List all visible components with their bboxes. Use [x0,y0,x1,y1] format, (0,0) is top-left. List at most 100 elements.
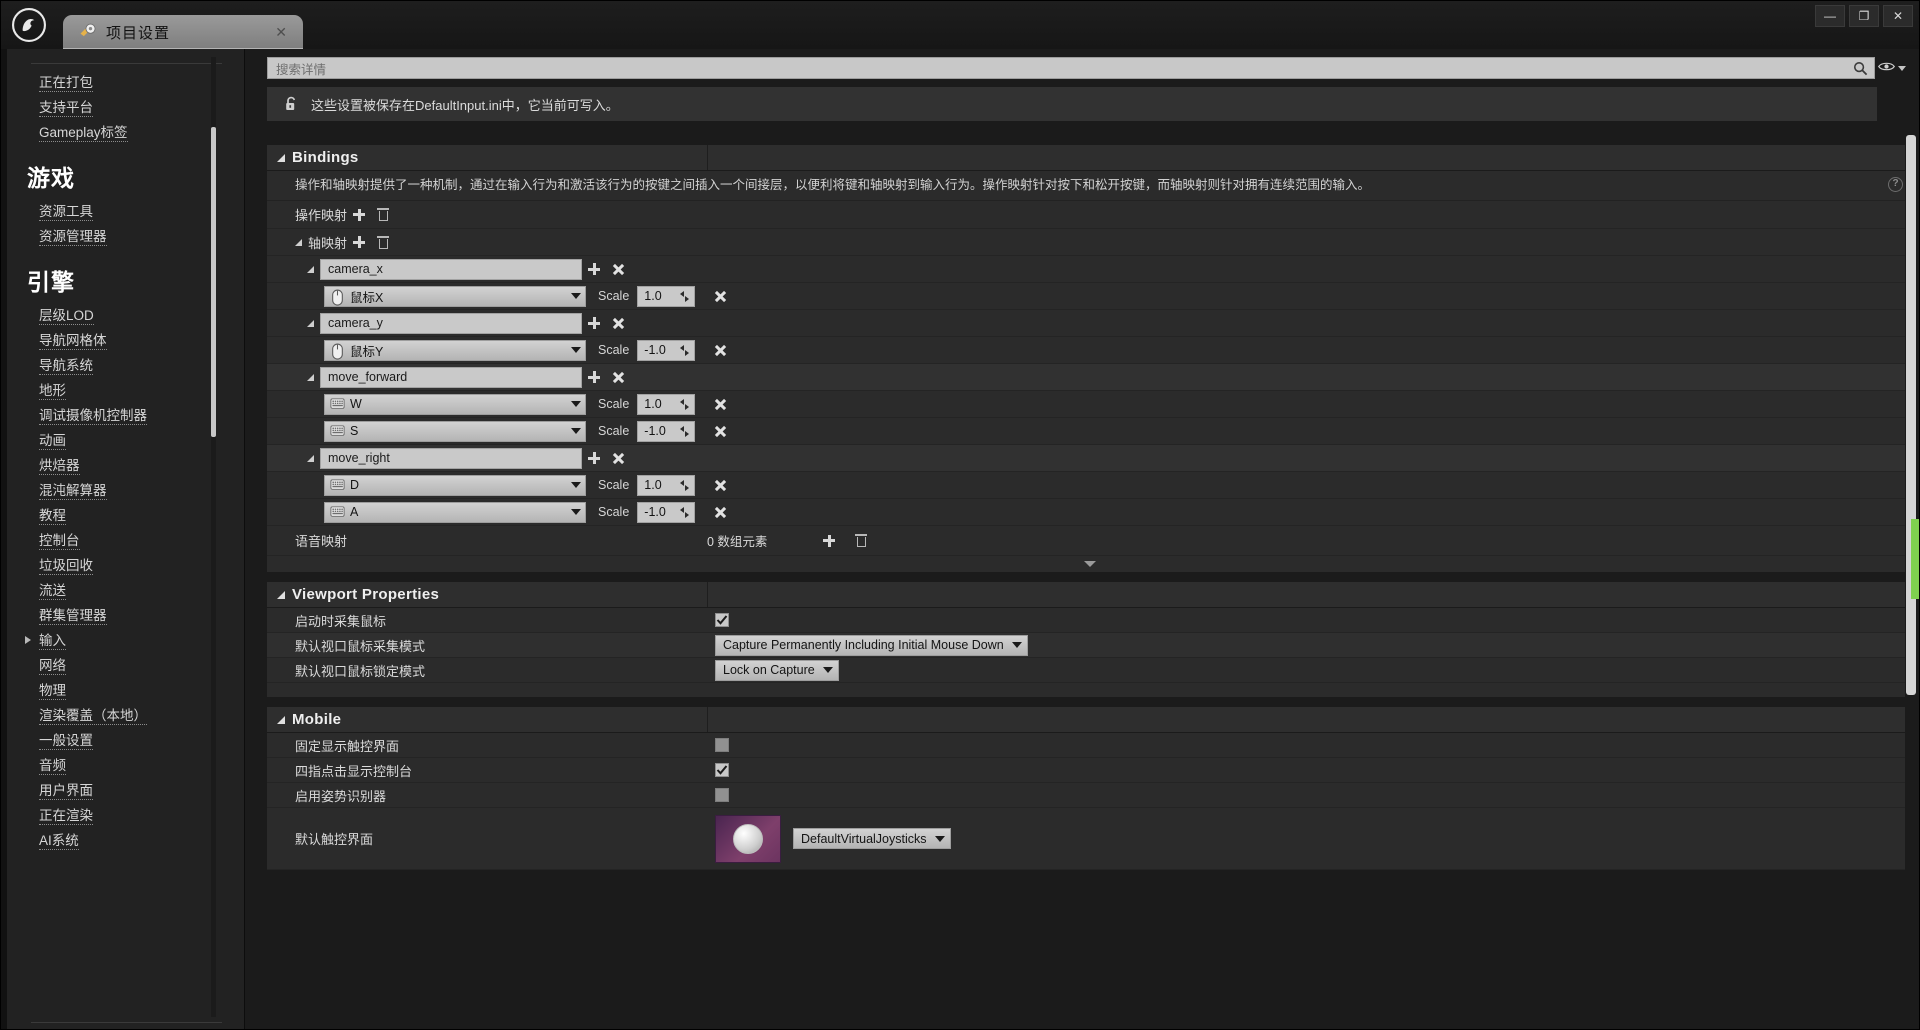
sidebar-item-general-settings[interactable]: 一般设置 [1,728,244,753]
sidebar-item-navigation-mesh[interactable]: 导航网格体 [1,328,244,353]
touch-interface-asset-select[interactable]: DefaultVirtualJoysticks [793,828,951,849]
axis-name-input[interactable]: camera_y [320,312,582,334]
axis-add-key-button[interactable] [582,258,606,280]
spinner-icon[interactable] [678,398,691,411]
key-remove-button[interactable] [708,501,732,523]
window-scrollbar-thumb[interactable] [1911,519,1919,599]
search-input[interactable]: 搜索详情 [267,57,1875,79]
key-remove-button[interactable] [708,420,732,442]
key-remove-button[interactable] [708,474,732,496]
sidebar-item-cooker[interactable]: 烘焙器 [1,453,244,478]
axis-remove-button[interactable] [606,258,630,280]
sidebar-item-ai-system[interactable]: AI系统 [1,828,244,853]
sidebar-item-navigation-system[interactable]: 导航系统 [1,353,244,378]
axis-remove-button[interactable] [606,312,630,334]
axis-name-input[interactable]: move_right [320,447,582,469]
sidebar-item-packaging[interactable]: 正在打包 [1,70,244,95]
scale-input[interactable]: 1.0 [637,474,696,496]
axis-add-key-button[interactable] [582,366,606,388]
details-scrollbar-thumb[interactable] [1906,135,1916,695]
sidebar-item-physics[interactable]: 物理 [1,678,244,703]
sidebar-item-console[interactable]: 控制台 [1,528,244,553]
axis-name-input[interactable]: camera_x [320,258,582,280]
scale-input[interactable]: 1.0 [637,393,696,415]
collapse-triangle-icon[interactable] [277,715,285,724]
action-mappings-add-button[interactable] [347,204,371,226]
mouse-capture-mode-select[interactable]: Capture Permanently Including Initial Mo… [715,634,1028,656]
spinner-icon[interactable] [678,290,691,303]
help-circle-icon[interactable]: ? [1888,177,1903,192]
collapse-triangle-icon[interactable] [277,590,285,599]
key-select[interactable]: 鼠标X [324,285,586,307]
checkbox-unchecked[interactable] [715,788,729,802]
sidebar-item-rendering[interactable]: 正在渲染 [1,803,244,828]
maximize-button[interactable]: ❐ [1849,5,1879,27]
collapse-triangle-icon[interactable] [307,319,314,327]
axis-remove-button[interactable] [606,366,630,388]
sidebar-item-network[interactable]: 网络 [1,653,244,678]
minimize-button[interactable]: — [1815,5,1845,27]
spinner-icon[interactable] [678,479,691,492]
key-remove-button[interactable] [708,285,732,307]
close-button[interactable]: ✕ [1883,5,1913,27]
speech-mappings-add-button[interactable] [817,530,841,552]
key-select[interactable]: D [324,474,586,496]
axis-mappings-delete-button[interactable] [371,231,395,253]
key-select[interactable]: W [324,393,586,415]
spinner-icon[interactable] [678,344,691,357]
chevron-right-icon[interactable] [25,636,31,644]
checkbox-checked[interactable] [715,613,729,627]
key-select[interactable]: S [324,420,586,442]
section-viewport-header[interactable]: Viewport Properties [267,582,1913,608]
axis-remove-button[interactable] [606,447,630,469]
search-icon[interactable] [1853,61,1868,76]
action-mappings-delete-button[interactable] [371,204,395,226]
collapse-triangle-icon[interactable] [307,454,314,462]
checkbox-checked[interactable] [715,763,729,777]
sidebar-item-chaos-solver[interactable]: 混沌解算器 [1,478,244,503]
sidebar-item-landscape[interactable]: 地形 [1,378,244,403]
mouse-lock-mode-select[interactable]: Lock on Capture [715,659,839,681]
collapse-triangle-icon[interactable] [307,265,314,273]
spinner-icon[interactable] [678,425,691,438]
sidebar-item-supported-platforms[interactable]: 支持平台 [1,95,244,120]
sidebar-item-audio[interactable]: 音频 [1,753,244,778]
speech-mappings-delete-button[interactable] [849,530,873,552]
section-bindings-header[interactable]: Bindings [267,145,1913,171]
sidebar-item-asset-tools[interactable]: 资源工具 [1,199,244,224]
scale-input[interactable]: -1.0 [637,339,696,361]
axis-mappings-add-button[interactable] [347,231,371,253]
sidebar-item-hierarchical-lod[interactable]: 层级LOD [1,303,244,328]
sidebar-item-animation[interactable]: 动画 [1,428,244,453]
sidebar-item-tutorials[interactable]: 教程 [1,503,244,528]
section-collapse-handle[interactable] [267,556,1913,572]
sidebar-item-streaming[interactable]: 流送 [1,578,244,603]
axis-name-input[interactable]: move_forward [320,366,582,388]
key-select[interactable]: 鼠标Y [324,339,586,361]
sidebar-item-gameplay-tags[interactable]: Gameplay标签 [1,120,244,145]
collapse-triangle-icon[interactable] [295,238,302,246]
tab-close-icon[interactable]: ✕ [269,24,293,41]
virtual-joystick-thumbnail[interactable] [715,814,781,863]
sidebar-item-garbage-collection[interactable]: 垃圾回收 [1,553,244,578]
key-remove-button[interactable] [708,339,732,361]
scale-input[interactable]: -1.0 [637,501,696,523]
sidebar-item-cluster-manager[interactable]: 群集管理器 [1,603,244,628]
spinner-icon[interactable] [678,506,691,519]
sidebar-item-input[interactable]: 输入 [1,628,244,653]
section-mobile-header[interactable]: Mobile [267,707,1913,733]
sidebar-item-rendering-overrides[interactable]: 渲染覆盖（本地） [1,703,244,728]
checkbox-unchecked[interactable] [715,738,729,752]
tab-project-settings[interactable]: 项目设置 ✕ [63,15,303,49]
key-remove-button[interactable] [708,393,732,415]
axis-add-key-button[interactable] [582,312,606,334]
view-options-button[interactable] [1875,57,1909,79]
sidebar-item-debug-camera-controller[interactable]: 调试摄像机控制器 [1,403,244,428]
sidebar-item-asset-manager[interactable]: 资源管理器 [1,224,244,249]
axis-add-key-button[interactable] [582,447,606,469]
key-select[interactable]: A [324,501,586,523]
sidebar-scroll-thumb[interactable] [211,127,216,437]
sidebar-item-user-interface[interactable]: 用户界面 [1,778,244,803]
collapse-triangle-icon[interactable] [307,373,314,381]
scale-input[interactable]: 1.0 [637,285,696,307]
